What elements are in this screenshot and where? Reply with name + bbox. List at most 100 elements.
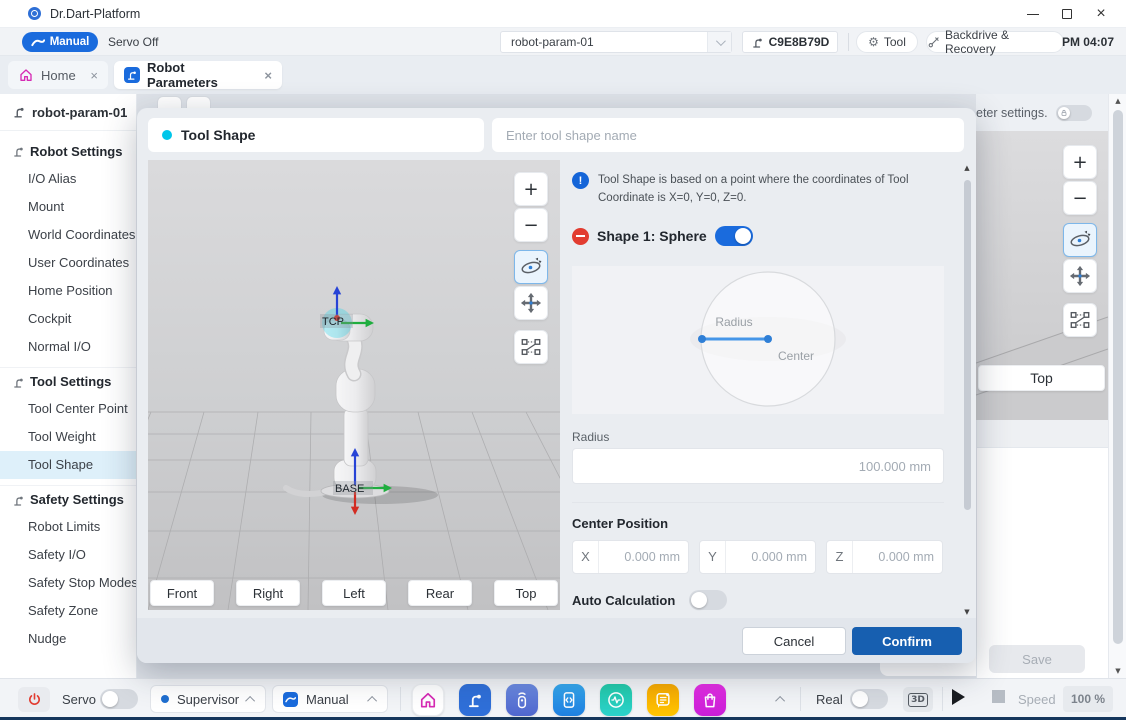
- toggle-knob: [1058, 107, 1070, 119]
- bg-zoom-in-button[interactable]: +: [1063, 145, 1097, 179]
- view-right-button[interactable]: Right: [236, 580, 300, 606]
- device-id-button[interactable]: C9E8B79D: [742, 31, 838, 53]
- robot-3d-viewport[interactable]: TCP BASE + −: [148, 160, 560, 610]
- scroll-down-icon[interactable]: ▼: [960, 608, 974, 616]
- sidebar-section-robot-settings[interactable]: Robot Settings: [0, 137, 136, 165]
- play-button[interactable]: [952, 689, 965, 705]
- title-bar: Dr.Dart-Platform ×: [0, 0, 1126, 28]
- sidebar-item-tool-center-point[interactable]: Tool Center Point: [0, 395, 136, 423]
- scroll-up-icon[interactable]: ▲: [960, 164, 974, 172]
- cancel-button[interactable]: Cancel: [742, 627, 846, 655]
- sidebar-item-mount[interactable]: Mount: [0, 193, 136, 221]
- bg-view-top-button[interactable]: Top: [978, 365, 1105, 391]
- tab-robot-parameters-close-icon[interactable]: ×: [264, 68, 272, 83]
- app-home-icon[interactable]: [412, 684, 444, 716]
- view-rear-button[interactable]: Rear: [408, 580, 472, 606]
- tool-button[interactable]: ⚙ Tool: [856, 31, 918, 53]
- confirm-button[interactable]: Confirm: [852, 627, 962, 655]
- minimize-button[interactable]: [1016, 0, 1050, 28]
- app-code-icon[interactable]: [553, 684, 585, 716]
- zoom-in-button[interactable]: +: [514, 172, 548, 206]
- stop-button[interactable]: [992, 690, 1005, 703]
- tab-home-close-icon[interactable]: ×: [90, 68, 98, 83]
- bg-rotate-tool-button[interactable]: [1063, 223, 1097, 257]
- auto-calculation-row: Auto Calculation: [572, 590, 727, 610]
- sidebar-item-normal-io[interactable]: Normal I/O: [0, 333, 136, 361]
- sidebar-item-safety-io[interactable]: Safety I/O: [0, 541, 136, 569]
- app-teach-pendant-icon[interactable]: [506, 684, 538, 716]
- orbit-icon: [519, 255, 543, 279]
- shape-enable-toggle[interactable]: [715, 226, 753, 246]
- sidebar-item-nudge[interactable]: Nudge: [0, 625, 136, 653]
- sidebar-item-user-coordinates[interactable]: User Coordinates: [0, 249, 136, 277]
- scrollbar-thumb[interactable]: [964, 180, 971, 510]
- scrollbar-thumb[interactable]: [1113, 110, 1123, 644]
- view-front-button[interactable]: Front: [150, 580, 214, 606]
- robot-icon: [12, 376, 25, 389]
- sidebar-item-world-coordinates[interactable]: World Coordinates: [0, 221, 136, 249]
- measure-tool-button[interactable]: [514, 330, 548, 364]
- view-left-button[interactable]: Left: [322, 580, 386, 606]
- remove-shape-icon[interactable]: [572, 228, 589, 245]
- scroll-up-icon[interactable]: ▲: [1109, 94, 1126, 108]
- clock-text: PM 04:07: [1062, 35, 1114, 49]
- maximize-button[interactable]: [1050, 0, 1084, 28]
- 3d-badge-icon: 3D: [908, 693, 928, 707]
- auto-calculation-toggle[interactable]: [689, 590, 727, 610]
- manual-mode-label: Manual: [50, 36, 90, 48]
- view-top-button[interactable]: Top: [494, 580, 558, 606]
- lock-toggle[interactable]: [1056, 105, 1092, 121]
- tool-shape-dialog: Tool Shape: [137, 108, 976, 663]
- expand-dock-chevron-icon[interactable]: [775, 696, 785, 706]
- bg-measure-tool-button[interactable]: [1063, 303, 1097, 337]
- app-report-icon[interactable]: [647, 684, 679, 716]
- role-value: Supervisor: [177, 692, 239, 707]
- radius-input[interactable]: [572, 448, 944, 484]
- pan-tool-button[interactable]: [514, 286, 548, 320]
- center-y-input[interactable]: [726, 550, 815, 564]
- power-button[interactable]: [18, 687, 50, 712]
- bg-pan-tool-button[interactable]: [1063, 259, 1097, 293]
- close-window-button[interactable]: ×: [1084, 0, 1118, 28]
- sidebar-item-tool-weight[interactable]: Tool Weight: [0, 423, 136, 451]
- real-toggle[interactable]: [850, 689, 888, 709]
- zoom-out-button[interactable]: −: [514, 208, 548, 242]
- role-selector[interactable]: Supervisor: [150, 685, 266, 713]
- rotate-tool-button[interactable]: [514, 250, 548, 284]
- panel-scrollbar[interactable]: ▲ ▼: [960, 164, 974, 616]
- sidebar-item-robot-limits[interactable]: Robot Limits: [0, 513, 136, 541]
- simulator-3d-button[interactable]: 3D: [903, 687, 933, 712]
- axis-x-label: X: [573, 541, 599, 573]
- main-area: robot-param-01 Robot Settings I/O Alias …: [0, 94, 1126, 678]
- chevron-down-icon: [716, 36, 726, 46]
- background-3d-viewport[interactable]: + − Top: [976, 131, 1108, 420]
- sidebar-section-safety-settings[interactable]: Safety Settings: [0, 485, 136, 513]
- param-file-dropdown[interactable]: robot-param-01: [500, 31, 732, 53]
- sidebar-item-home-position[interactable]: Home Position: [0, 277, 136, 305]
- app-monitoring-icon[interactable]: [600, 684, 632, 716]
- sidebar-item-cockpit[interactable]: Cockpit: [0, 305, 136, 333]
- sidebar-item-safety-stop-modes[interactable]: Safety Stop Modes: [0, 569, 136, 597]
- tab-home[interactable]: Home ×: [8, 61, 108, 89]
- bg-zoom-out-button[interactable]: −: [1063, 181, 1097, 215]
- app-robot-params-icon[interactable]: [459, 684, 491, 716]
- tool-shape-name-input[interactable]: [492, 118, 964, 152]
- mode-selector[interactable]: Manual: [272, 685, 388, 713]
- tab-robot-parameters[interactable]: Robot Parameters ×: [114, 61, 282, 89]
- manual-mode-button[interactable]: Manual: [22, 32, 98, 52]
- sidebar-item-tool-shape[interactable]: Tool Shape: [0, 451, 136, 479]
- page-scrollbar[interactable]: ▲ ▼: [1108, 94, 1126, 678]
- center-z-input[interactable]: [853, 550, 942, 564]
- sidebar-item-safety-zone[interactable]: Safety Zone: [0, 597, 136, 625]
- app-store-icon[interactable]: [694, 684, 726, 716]
- robot-parameters-icon: [124, 67, 140, 83]
- center-position-fields: X Y Z: [572, 540, 943, 574]
- servo-toggle[interactable]: [100, 689, 138, 709]
- center-x-input[interactable]: [599, 550, 688, 564]
- scroll-down-icon[interactable]: ▼: [1109, 664, 1126, 678]
- save-button[interactable]: Save: [989, 645, 1085, 673]
- toggle-knob: [102, 691, 118, 707]
- sidebar-item-io-alias[interactable]: I/O Alias: [0, 165, 136, 193]
- sidebar-section-tool-settings[interactable]: Tool Settings: [0, 367, 136, 395]
- backdrive-recovery-button[interactable]: Backdrive & Recovery: [926, 31, 1064, 53]
